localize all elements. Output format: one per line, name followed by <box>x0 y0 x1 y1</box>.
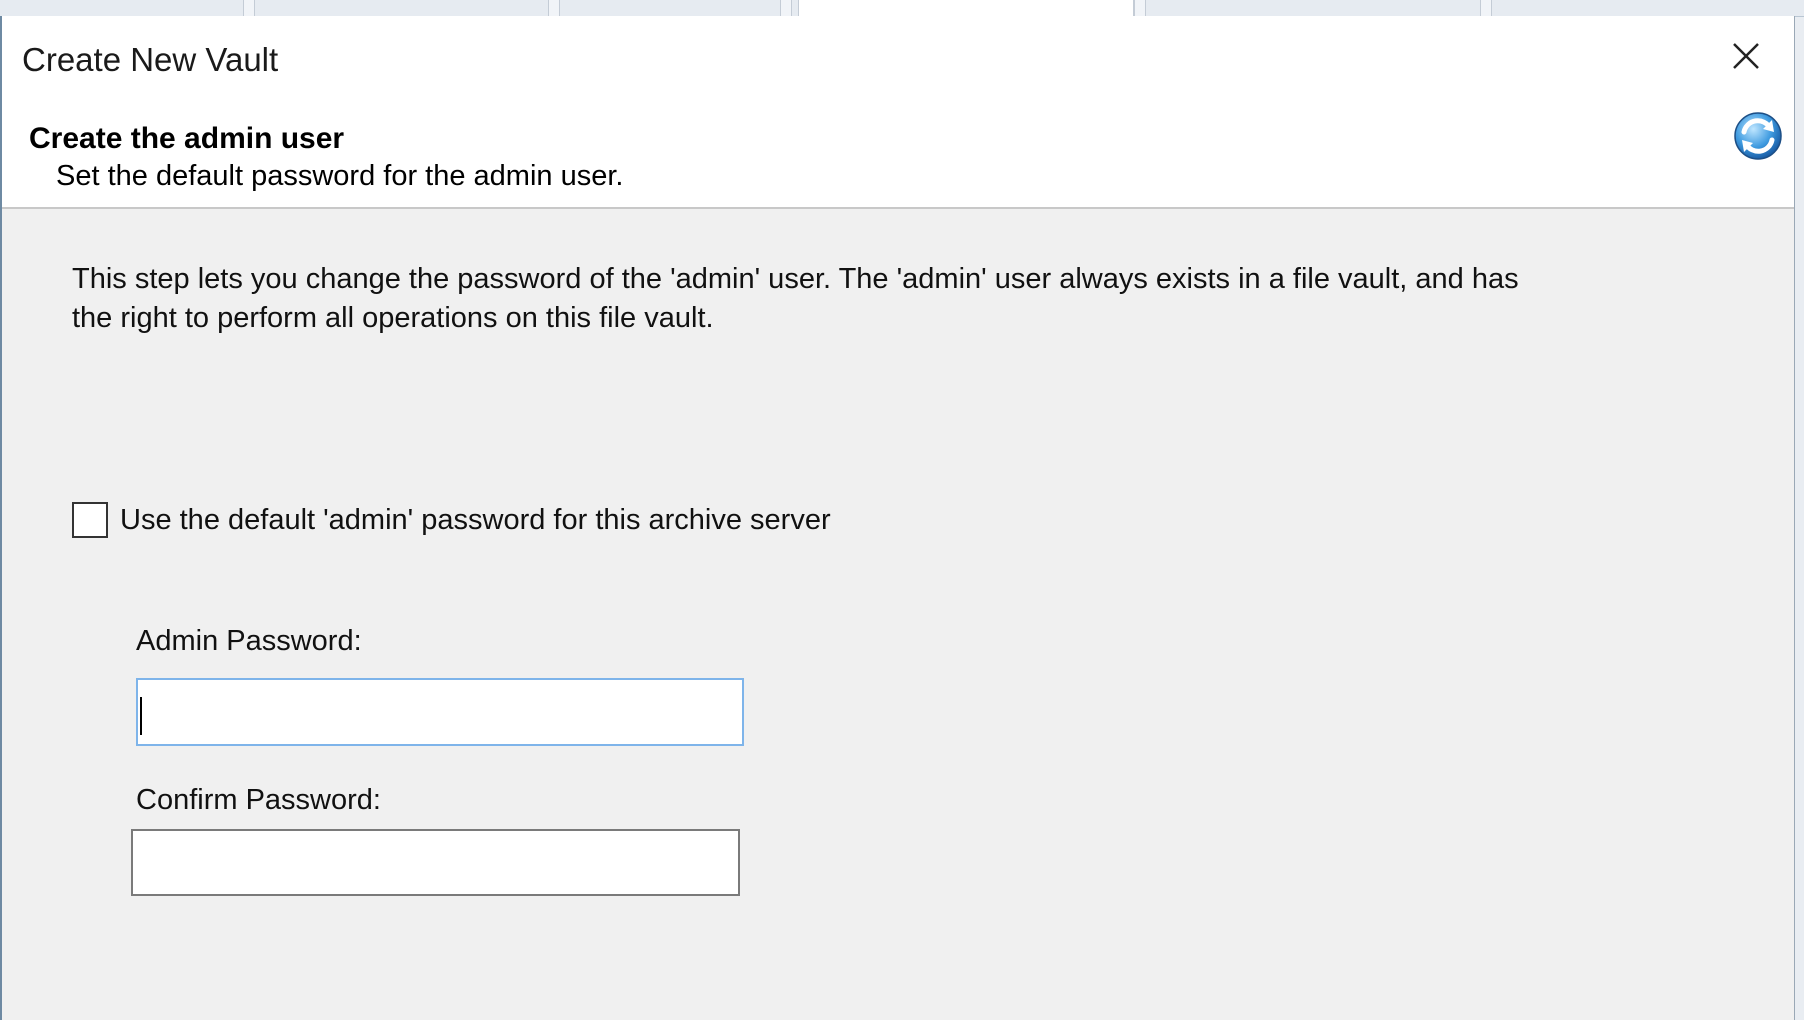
tab-divider <box>1480 0 1492 16</box>
tab-divider <box>243 0 255 16</box>
text-caret <box>140 697 142 735</box>
tab-divider <box>548 0 560 16</box>
create-vault-dialog: Create New Vault Create the admin user S… <box>0 16 1795 1020</box>
admin-password-label: Admin Password: <box>136 625 362 657</box>
background-tab-active <box>798 0 1134 16</box>
step-description: This step lets you change the password o… <box>72 263 1519 334</box>
dialog-title: Create New Vault <box>22 41 279 78</box>
dialog-title-bar: Create New Vault <box>2 16 1794 80</box>
refresh-globe-icon <box>1732 110 1784 162</box>
close-icon <box>1733 43 1759 69</box>
step-subtitle: Set the default password for the admin u… <box>56 160 624 192</box>
admin-password-field[interactable] <box>136 678 744 746</box>
wizard-header: Create the admin user Set the default pa… <box>2 80 1794 209</box>
confirm-password-field[interactable] <box>131 829 740 896</box>
tab-divider <box>1134 0 1146 16</box>
tab-divider <box>780 0 792 16</box>
close-button[interactable] <box>1728 38 1764 74</box>
use-default-password-label[interactable]: Use the default 'admin' password for thi… <box>120 504 831 537</box>
use-default-password-option[interactable]: Use the default 'admin' password for thi… <box>72 500 831 540</box>
confirm-password-label: Confirm Password: <box>136 784 381 816</box>
use-default-password-checkbox[interactable] <box>72 502 108 538</box>
background-tab-strip <box>0 0 1804 17</box>
step-title: Create the admin user <box>29 122 345 155</box>
